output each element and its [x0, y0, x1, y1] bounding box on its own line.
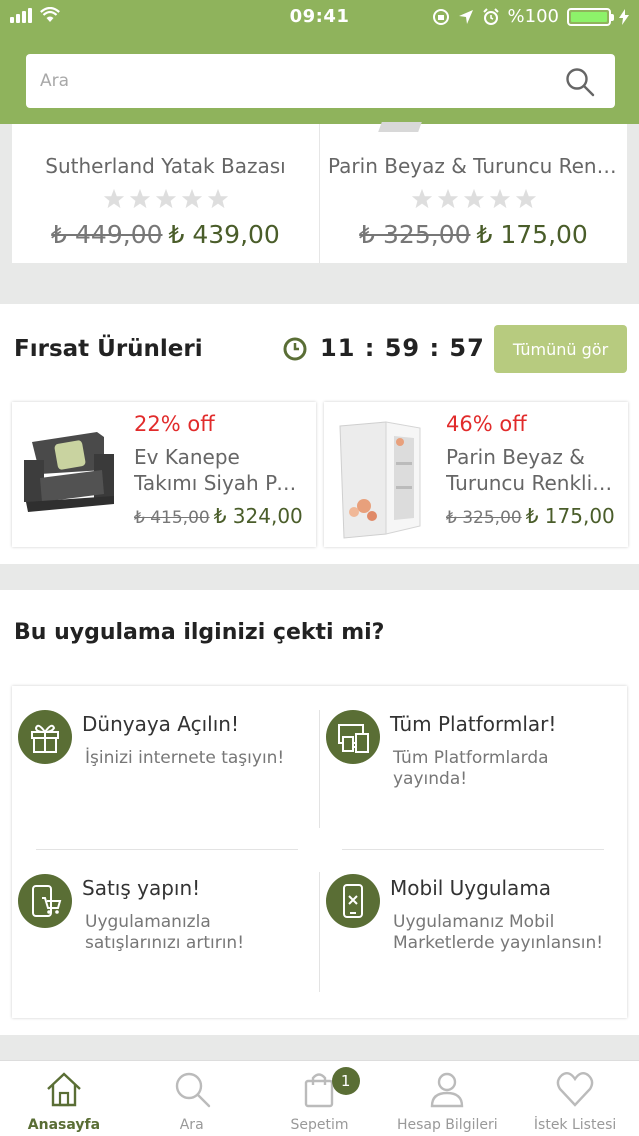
home-icon	[47, 1072, 81, 1107]
star-icon	[103, 188, 124, 209]
tab-label: Sepetim	[290, 1117, 349, 1133]
tab-label: İstek Listesi	[533, 1117, 617, 1133]
search-bar[interactable]	[26, 54, 615, 108]
product-card[interactable]: Parin Beyaz & Turuncu Renkli Çocuk Odası…	[319, 122, 627, 263]
feature-title: Tüm Platformlar!	[390, 712, 557, 736]
see-all-button[interactable]: Tümünü gör	[494, 325, 627, 373]
deal-name-line: Takımı Siyah Panama	[134, 471, 306, 495]
tab-label: Anasayfa	[27, 1117, 101, 1133]
tab-cart[interactable]: 1 Sepetim	[256, 1061, 384, 1136]
charging-icon	[619, 8, 629, 25]
deal-name: Ev Kanepe Takımı Siyah Panama	[134, 444, 306, 496]
search-icon	[175, 1072, 210, 1108]
tab-home[interactable]: Anasayfa	[0, 1061, 128, 1136]
deal-name-line: Turuncu Renkli Dolap	[446, 471, 618, 495]
rotation-lock-icon	[432, 8, 449, 25]
star-icon	[437, 188, 458, 209]
star-icon	[515, 188, 536, 209]
mobile-app-icon	[326, 874, 380, 928]
devices-icon	[326, 710, 380, 764]
status-bar: 09:41 %100	[0, 0, 639, 34]
clock-icon	[283, 337, 307, 361]
divider	[319, 710, 320, 828]
star-icon	[181, 188, 202, 209]
feature-desc: Uygulamanız Mobil Marketlerde yayınlansı…	[393, 912, 604, 953]
old-price: ₺ 449,00	[51, 220, 163, 249]
star-icon	[463, 188, 484, 209]
deal-name-line: Parin Beyaz &	[446, 445, 585, 469]
feature-title: Dünyaya Açılın!	[82, 712, 239, 736]
deal-card[interactable]: 46% off Parin Beyaz & Turuncu Renkli Dol…	[324, 402, 628, 547]
gift-icon	[18, 710, 72, 764]
product-prices: ₺ 325,00 ₺ 175,00	[320, 220, 627, 249]
search-icon[interactable]	[565, 67, 595, 97]
tab-search[interactable]: Ara	[128, 1061, 256, 1136]
deal-prices: ₺ 325,00 ₺ 175,00	[446, 504, 615, 528]
product-name: Parin Beyaz & Turuncu Renkli Çocuk Odası	[328, 154, 619, 178]
tab-label: Hesap Bilgileri	[396, 1117, 498, 1133]
tab-label: Ara	[179, 1117, 204, 1133]
feature-desc: Tüm Platformlarda yayında!	[393, 748, 549, 789]
heart-icon	[556, 1072, 594, 1107]
star-icon	[207, 188, 228, 209]
alarm-icon	[482, 7, 499, 25]
deals-title: Fırsat Ürünleri	[14, 336, 203, 362]
tab-bar: Anasayfa Ara 1 Sepetim Hesap Bilgileri İ…	[0, 1060, 639, 1136]
status-right: %100	[432, 6, 629, 27]
deal-name: Parin Beyaz & Turuncu Renkli Dolap	[446, 444, 618, 496]
deal-card[interactable]: 22% off Ev Kanepe Takımı Siyah Panama ₺ …	[12, 402, 316, 547]
mobile-cart-icon	[18, 874, 72, 928]
battery-percent: %100	[507, 6, 559, 27]
feature-desc: İşinizi internete taşıyın!	[85, 748, 285, 768]
old-price: ₺ 325,00	[359, 220, 471, 249]
discount-label: 22% off	[134, 412, 215, 436]
new-price: ₺ 175,00	[476, 220, 588, 249]
rating-stars	[12, 188, 319, 210]
top-header: 09:41 %100	[0, 0, 639, 124]
new-price: ₺ 175,00	[525, 504, 615, 528]
countdown-timer: 11 : 59 : 57	[320, 334, 485, 362]
old-price: ₺ 415,00	[134, 508, 210, 528]
divider	[36, 849, 298, 850]
feature-title: Mobil Uygulama	[390, 876, 552, 900]
deals-section: Fırsat Ürünleri 11 : 59 : 57 Tümünü gör …	[0, 304, 639, 564]
sofa-image	[12, 402, 127, 547]
promo-features: Dünyaya Açılın! İşinizi internete taşıyı…	[12, 686, 627, 1018]
star-icon	[129, 188, 150, 209]
promo-section: Bu uygulama ilginizi çekti mi? Dünyaya A…	[0, 590, 639, 1035]
feature-title: Satış yapın!	[82, 876, 201, 900]
divider	[342, 849, 604, 850]
product-card[interactable]: Sutherland Yatak Bazası ₺ 449,00 ₺ 439,00	[12, 124, 319, 263]
deal-prices: ₺ 415,00 ₺ 324,00	[134, 504, 303, 528]
old-price: ₺ 325,00	[446, 508, 522, 528]
wardrobe-image	[324, 402, 439, 547]
star-icon	[155, 188, 176, 209]
feature-desc: Uygulamanızla satışlarınızı artırın!	[85, 912, 245, 953]
divider	[319, 872, 320, 992]
cart-badge: 1	[331, 1067, 360, 1095]
tab-account[interactable]: Hesap Bilgileri	[383, 1061, 511, 1136]
star-icon	[411, 188, 432, 209]
search-input[interactable]	[40, 54, 560, 108]
deal-name-line: Ev Kanepe	[134, 445, 240, 469]
product-row: Sutherland Yatak Bazası ₺ 449,00 ₺ 439,00…	[12, 122, 627, 263]
user-icon	[431, 1072, 464, 1108]
product-name: Sutherland Yatak Bazası	[45, 154, 286, 178]
discount-label: 46% off	[446, 412, 527, 436]
tab-wishlist[interactable]: İstek Listesi	[511, 1061, 639, 1136]
new-price: ₺ 324,00	[213, 504, 303, 528]
rating-stars	[320, 188, 627, 210]
new-price: ₺ 439,00	[168, 220, 280, 249]
star-icon	[489, 188, 510, 209]
battery-fill	[571, 11, 607, 22]
product-image	[378, 122, 422, 132]
location-icon	[458, 9, 473, 24]
battery-icon	[567, 7, 614, 26]
promo-title: Bu uygulama ilginizi çekti mi?	[14, 620, 385, 645]
product-prices: ₺ 449,00 ₺ 439,00	[12, 220, 319, 249]
